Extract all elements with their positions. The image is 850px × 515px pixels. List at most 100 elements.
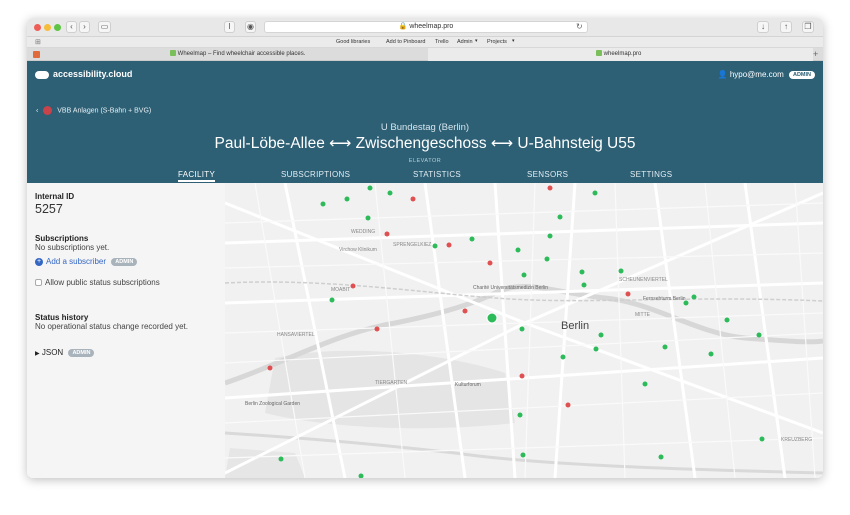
tab-label: wheelmap.pro: [603, 51, 642, 57]
tab-subscriptions[interactable]: SUBSCRIPTIONS: [281, 170, 350, 179]
map-canvas[interactable]: WEDDING SPRENGELKIEZ Virchow Klinikum MO…: [225, 183, 823, 478]
favorite-projects[interactable]: Projects: [487, 39, 507, 45]
address-url: wheelmap.pro: [409, 23, 454, 30]
broken-facility-marker[interactable]: [519, 373, 525, 379]
favorite-good-libraries[interactable]: Good libraries: [336, 39, 370, 45]
broken-facility-marker[interactable]: [625, 291, 631, 297]
working-facility-marker[interactable]: [367, 185, 373, 191]
working-facility-marker[interactable]: [593, 346, 599, 352]
favorite-admin[interactable]: Admin: [457, 39, 473, 45]
tab-statistics[interactable]: STATISTICS: [413, 170, 461, 179]
working-facility-marker[interactable]: [658, 454, 664, 460]
facility-kind: ELEVATOR: [408, 158, 442, 164]
working-facility-marker[interactable]: [642, 381, 648, 387]
broken-facility-marker[interactable]: [267, 365, 273, 371]
tab-close-icon[interactable]: [33, 51, 40, 58]
user-menu[interactable]: 👤 hypo@me.com ADMIN: [718, 70, 815, 79]
working-facility-marker[interactable]: [358, 473, 364, 479]
working-facility-marker[interactable]: [557, 214, 563, 220]
working-facility-marker[interactable]: [329, 297, 335, 303]
json-label: JSON: [41, 348, 64, 357]
internal-id-label: Internal ID: [35, 192, 75, 201]
wheelmap-favicon-icon: [170, 50, 176, 57]
tab-settings[interactable]: SETTINGS: [630, 170, 672, 179]
favorite-add-to-pinboard[interactable]: Add to Pinboard: [386, 39, 425, 45]
broken-facility-marker[interactable]: [487, 260, 493, 266]
working-facility-marker[interactable]: [662, 344, 668, 350]
broken-facility-marker[interactable]: [410, 196, 416, 202]
working-facility-marker[interactable]: [724, 317, 730, 323]
working-facility-marker[interactable]: [691, 294, 697, 300]
working-facility-marker[interactable]: [756, 332, 762, 338]
broken-facility-marker[interactable]: [547, 185, 553, 191]
working-facility-marker[interactable]: [592, 190, 598, 196]
app-logo[interactable]: accessibility.cloud: [35, 69, 132, 79]
downloads-icon[interactable]: ↓: [757, 21, 769, 33]
working-facility-marker[interactable]: [544, 256, 550, 262]
working-facility-marker[interactable]: [598, 332, 604, 338]
tabs-overview-icon[interactable]: ❐: [802, 21, 814, 33]
working-facility-marker[interactable]: [387, 190, 393, 196]
working-facility-marker[interactable]: [708, 351, 714, 357]
working-facility-marker[interactable]: [683, 300, 689, 306]
vbb-logo-icon: [43, 106, 53, 115]
working-facility-marker[interactable]: [759, 436, 765, 442]
tab-wheelmap[interactable]: Wheelmap – Find wheelchair accessible pl…: [170, 48, 428, 61]
working-facility-marker[interactable]: [320, 201, 326, 207]
minimize-window-button[interactable]: [44, 24, 51, 31]
working-facility-marker[interactable]: [432, 243, 438, 249]
broken-facility-marker[interactable]: [374, 326, 380, 332]
working-facility-marker[interactable]: [517, 412, 523, 418]
json-toggle[interactable]: ▶ JSON ADMIN: [35, 348, 95, 357]
map-label-mitte: MITTE: [635, 312, 651, 318]
working-facility-marker[interactable]: [547, 233, 553, 239]
status-history-label: Status history: [35, 313, 89, 322]
browser-window: ‹ › ▭ I ◉ 🔒 wheelmap.pro ↻ ↓ ↑ ❐ ⊞ Good …: [27, 18, 823, 478]
reader-icon[interactable]: I: [224, 21, 235, 33]
broken-facility-marker[interactable]: [384, 231, 390, 237]
back-button[interactable]: ‹: [66, 21, 77, 33]
close-window-button[interactable]: [34, 24, 41, 31]
internal-id-value: 5257: [35, 202, 63, 216]
forward-button[interactable]: ›: [79, 21, 90, 33]
new-tab-icon[interactable]: +: [813, 49, 818, 59]
address-bar[interactable]: 🔒 wheelmap.pro: [264, 21, 588, 33]
extension-icon[interactable]: ◉: [245, 21, 256, 33]
breadcrumb[interactable]: ‹ VBB Anlagen (S-Bahn + BVG): [36, 106, 151, 115]
station-name: U Bundestag (Berlin): [380, 122, 470, 133]
working-facility-marker[interactable]: [521, 272, 527, 278]
sidebar-toggle-icon[interactable]: ▭: [98, 21, 111, 33]
facility-map[interactable]: WEDDING SPRENGELKIEZ Virchow Klinikum MO…: [225, 183, 823, 478]
map-label-scheunenviertel: SCHEUNENVIERTEL: [619, 277, 668, 283]
tab-wheelmap-pro[interactable]: wheelmap.pro: [428, 48, 813, 61]
working-facility-marker[interactable]: [519, 326, 525, 332]
tab-facility[interactable]: FACILITY: [178, 170, 216, 182]
working-facility-marker[interactable]: [560, 354, 566, 360]
working-facility-marker[interactable]: [278, 456, 284, 462]
grid-icon[interactable]: ⊞: [35, 38, 41, 46]
map-label-sprengelkiez: SPRENGELKIEZ: [393, 242, 431, 248]
allow-public-option[interactable]: Allow public status subscriptions: [35, 278, 160, 287]
working-facility-marker[interactable]: [618, 268, 624, 274]
working-facility-marker[interactable]: [579, 269, 585, 275]
share-icon[interactable]: ↑: [780, 21, 792, 33]
current-facility-marker[interactable]: [486, 312, 498, 324]
broken-facility-marker[interactable]: [565, 402, 571, 408]
broken-facility-marker[interactable]: [446, 242, 452, 248]
reload-icon[interactable]: ↻: [576, 22, 583, 31]
broken-facility-marker[interactable]: [462, 308, 468, 314]
map-label-moabit: MOABIT: [331, 287, 350, 293]
working-facility-marker[interactable]: [469, 236, 475, 242]
public-subscriptions-checkbox[interactable]: [35, 279, 42, 287]
working-facility-marker[interactable]: [344, 196, 350, 202]
broken-facility-marker[interactable]: [350, 283, 356, 289]
working-facility-marker[interactable]: [520, 452, 526, 458]
user-email: hypo@me.com: [729, 70, 784, 79]
working-facility-marker[interactable]: [365, 215, 371, 221]
add-subscriber-link[interactable]: + Add a subscriber ADMIN: [35, 257, 138, 266]
favorite-trello[interactable]: Trello: [435, 39, 449, 45]
zoom-window-button[interactable]: [54, 24, 61, 31]
tab-sensors[interactable]: SENSORS: [527, 170, 568, 179]
working-facility-marker[interactable]: [581, 282, 587, 288]
working-facility-marker[interactable]: [515, 247, 521, 253]
